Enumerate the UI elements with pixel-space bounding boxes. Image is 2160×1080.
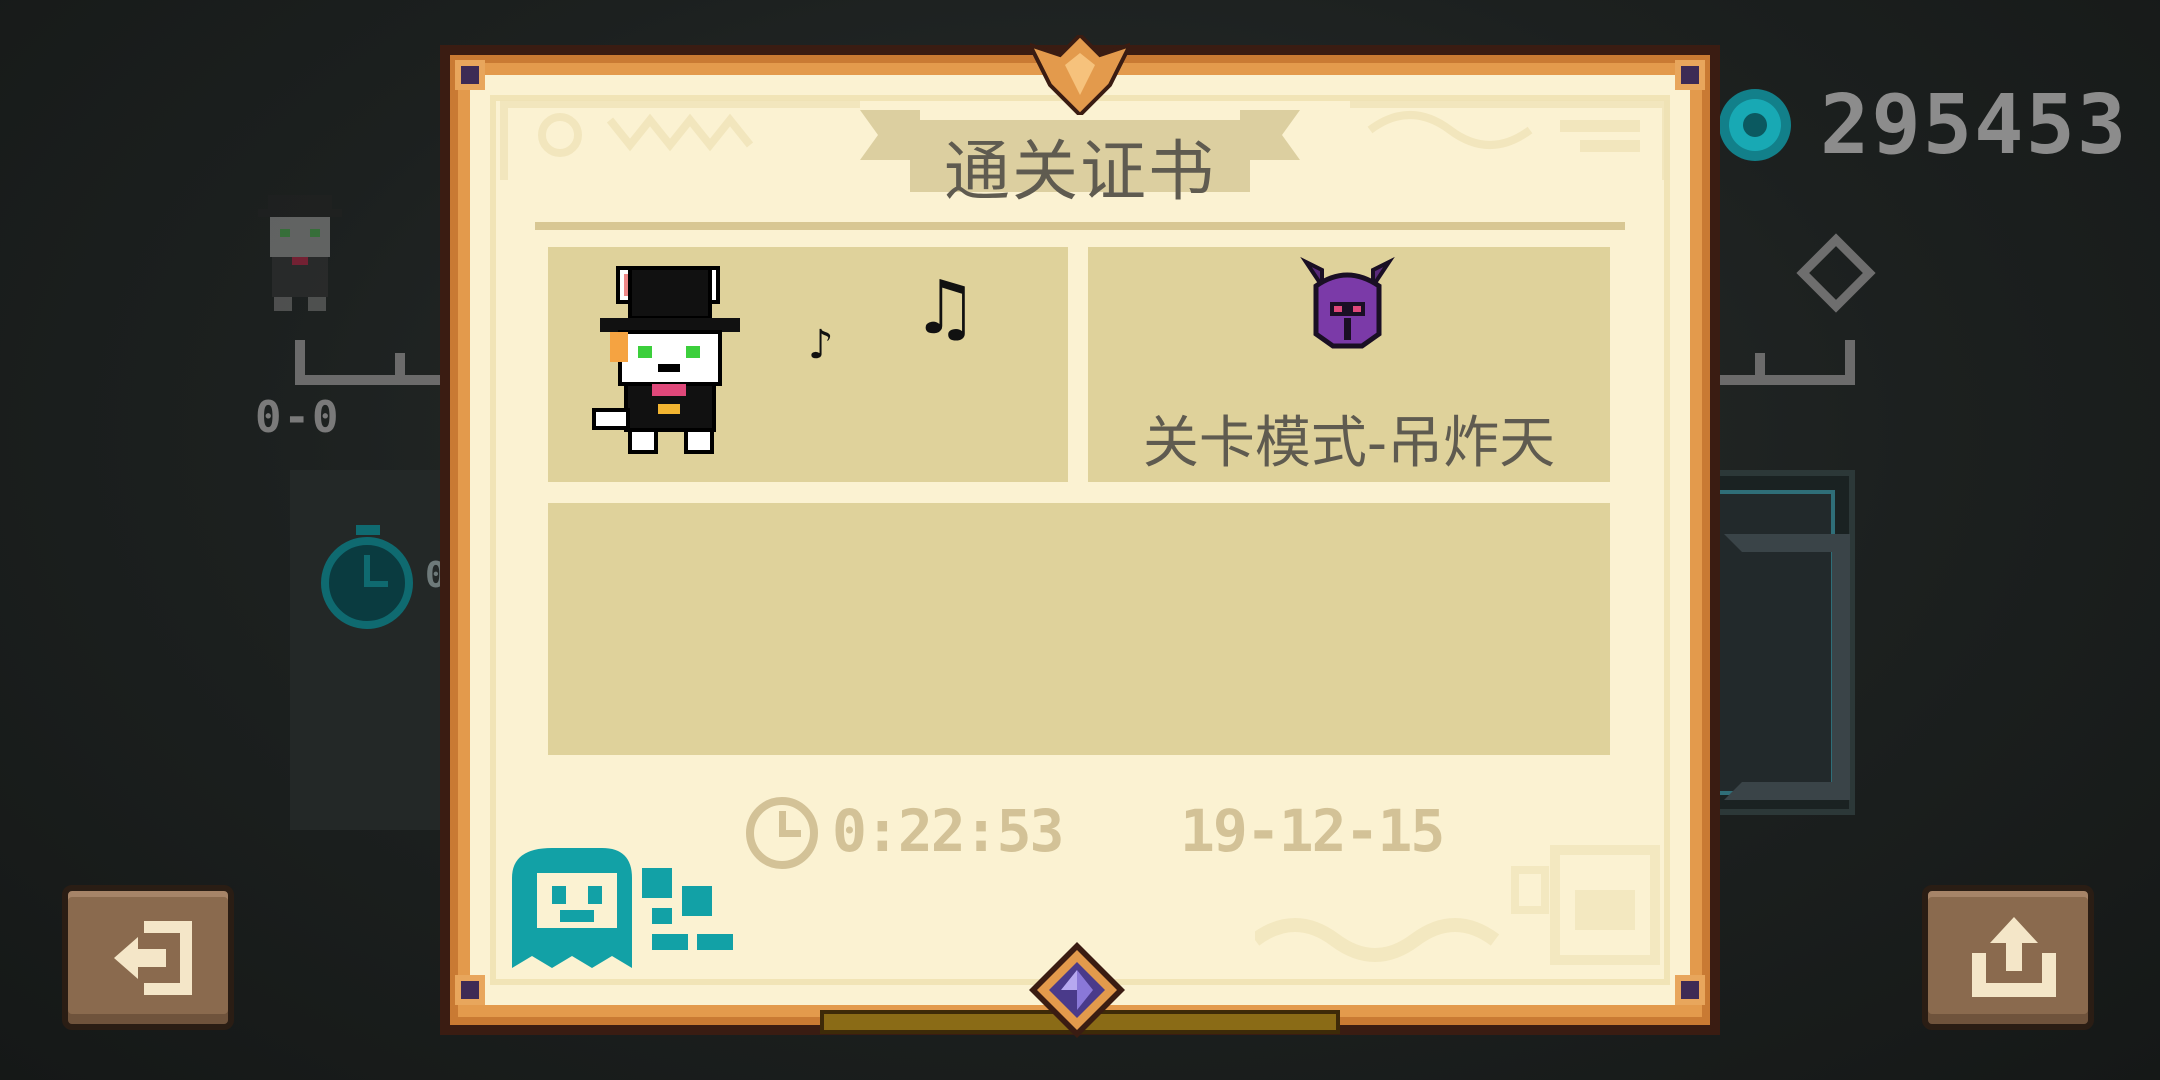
share-icon [1972, 917, 2056, 997]
ornament-right [1350, 100, 1670, 180]
purple-gem-icon [1029, 942, 1125, 1038]
certificate-title: 通关证书 [944, 133, 1216, 210]
corner-stud-top-right [1675, 60, 1705, 90]
stopwatch-icon [321, 525, 413, 629]
ornament-bottom-right [1255, 845, 1660, 965]
title-divider [535, 222, 1625, 230]
diamond-icon [1796, 233, 1876, 313]
ornament-left [500, 100, 860, 180]
music-note-big: ♫ [912, 265, 979, 351]
corner-stud-top-left [455, 60, 485, 90]
background-stat-card [290, 470, 460, 830]
hero-character [592, 266, 740, 454]
coin-count: 295453 [1820, 78, 2129, 173]
background-score: 0-0 [255, 392, 341, 443]
exit-icon [114, 921, 192, 995]
background-character-avatar [258, 195, 342, 311]
exit-button[interactable] [62, 885, 234, 1030]
background-bracket-right [1705, 340, 1855, 385]
clock-icon [746, 797, 818, 869]
mode-label: 关卡模式-吊炸天 [1142, 411, 1556, 476]
share-button[interactable] [1922, 885, 2094, 1030]
crest-ornament [1030, 35, 1130, 115]
corner-stud-bottom-left [455, 975, 485, 1005]
gem-coin-icon [1719, 89, 1791, 161]
ghost-mascot-stamp [512, 848, 733, 968]
elapsed-time: 0:22:53 [832, 797, 1064, 865]
horned-helmet-icon [1300, 256, 1395, 349]
corner-stud-bottom-right [1675, 975, 1705, 1005]
music-note-small: ♪ [808, 322, 834, 368]
stats-panel [548, 503, 1610, 755]
background-bracket-left [295, 340, 450, 385]
